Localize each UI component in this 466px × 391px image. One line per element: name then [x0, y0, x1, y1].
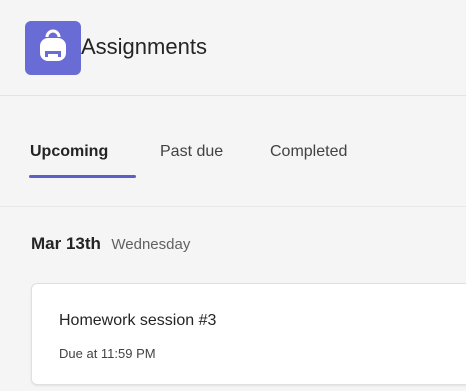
date-group-header: Mar 13th Wednesday: [31, 234, 190, 254]
backpack-icon: [25, 21, 81, 75]
assignment-card[interactable]: Homework session #3 Due at 11:59 PM: [31, 283, 466, 385]
assignment-title: Homework session #3: [59, 312, 217, 329]
tab-upcoming[interactable]: Upcoming: [30, 141, 108, 163]
app-header: Assignments: [0, 0, 466, 96]
weekday-label: Wednesday: [111, 236, 191, 253]
page-title: Assignments: [81, 34, 207, 59]
assignment-due-date: Due at 11:59 PM: [59, 346, 156, 361]
date-label: Mar 13th: [31, 234, 101, 253]
active-tab-indicator: [29, 175, 136, 178]
tab-past-due[interactable]: Past due: [160, 141, 223, 163]
tab-completed[interactable]: Completed: [270, 141, 347, 163]
tab-bar: Upcoming Past due Completed: [0, 97, 466, 207]
